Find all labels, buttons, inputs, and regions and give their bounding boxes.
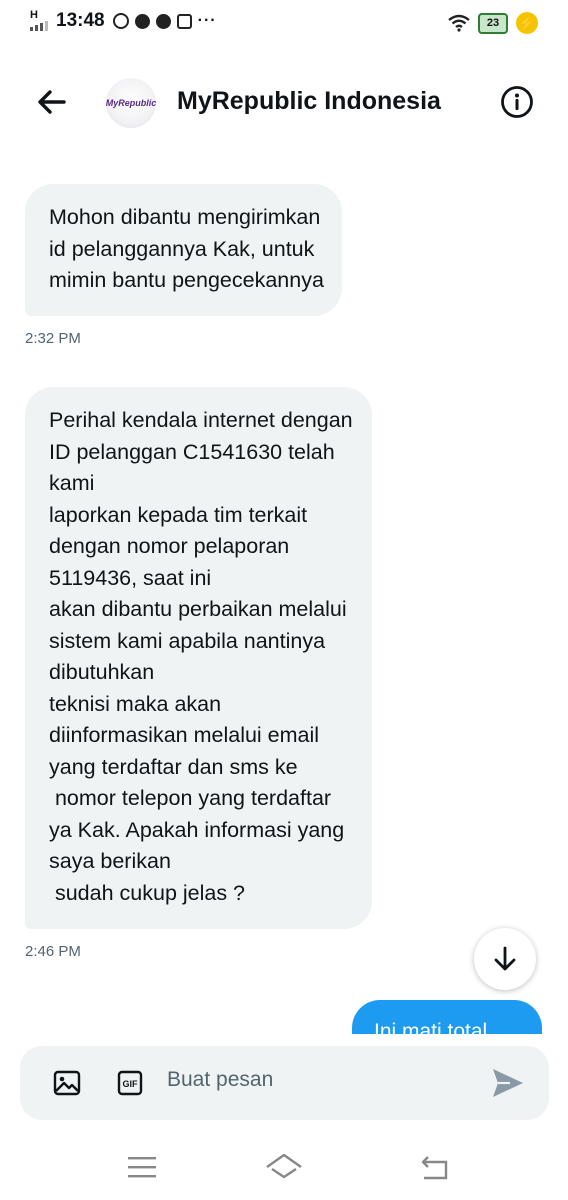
status-right: 23 ⚡ — [448, 12, 538, 34]
message-composer: GIF Buat pesan — [20, 1046, 549, 1120]
back-arrow-icon[interactable] — [34, 84, 70, 120]
status-time: 13:48 — [56, 10, 105, 31]
info-icon[interactable] — [500, 85, 534, 119]
battery-level: 23 — [486, 17, 500, 29]
compass-icon — [134, 13, 150, 29]
composer-area: GIF Buat pesan — [0, 1034, 568, 1134]
avatar[interactable]: MyRepublic — [106, 78, 156, 128]
avatar-logo-text: MyRepublic — [106, 98, 156, 108]
status-left: H 13:48 ··· — [30, 9, 217, 32]
conversation-title[interactable]: MyRepublic Indonesia — [177, 87, 441, 116]
scroll-to-bottom-button[interactable] — [474, 928, 536, 990]
conversation-header: MyRepublic MyRepublic Indonesia — [0, 60, 568, 150]
incoming-message-bubble[interactable]: Perihal kendala internet dengan ID pelan… — [25, 387, 372, 929]
image-icon[interactable] — [53, 1070, 81, 1096]
wifi-icon — [448, 14, 470, 32]
message-input[interactable]: Buat pesan — [167, 1068, 273, 1092]
notification-icons: ··· — [112, 12, 217, 30]
system-navigation-bar — [0, 1134, 568, 1200]
charging-icon: ⚡ — [516, 12, 538, 34]
home-icon[interactable] — [264, 1152, 304, 1180]
instagram-icon — [176, 13, 192, 29]
recent-apps-icon[interactable] — [128, 1156, 156, 1178]
status-bar: H 13:48 ··· 23 ⚡ — [0, 0, 568, 46]
app-notification-icon — [155, 13, 171, 29]
network-type: H — [30, 9, 38, 21]
gif-label: GIF — [123, 1079, 139, 1089]
gif-icon[interactable]: GIF — [117, 1070, 143, 1096]
incoming-message-bubble[interactable]: Mohon dibantu mengirimkan id pelangganny… — [25, 184, 342, 316]
signal-icon: H — [30, 9, 48, 31]
battery-icon: 23 — [478, 12, 508, 34]
message-timestamp: 2:32 PM — [25, 330, 81, 347]
send-icon[interactable] — [490, 1066, 526, 1100]
more-notifications-icon: ··· — [197, 12, 217, 29]
message-timestamp: 2:46 PM — [25, 943, 81, 960]
arrow-down-icon — [494, 946, 516, 971]
whatsapp-icon — [112, 13, 129, 29]
back-nav-icon[interactable] — [418, 1154, 448, 1180]
